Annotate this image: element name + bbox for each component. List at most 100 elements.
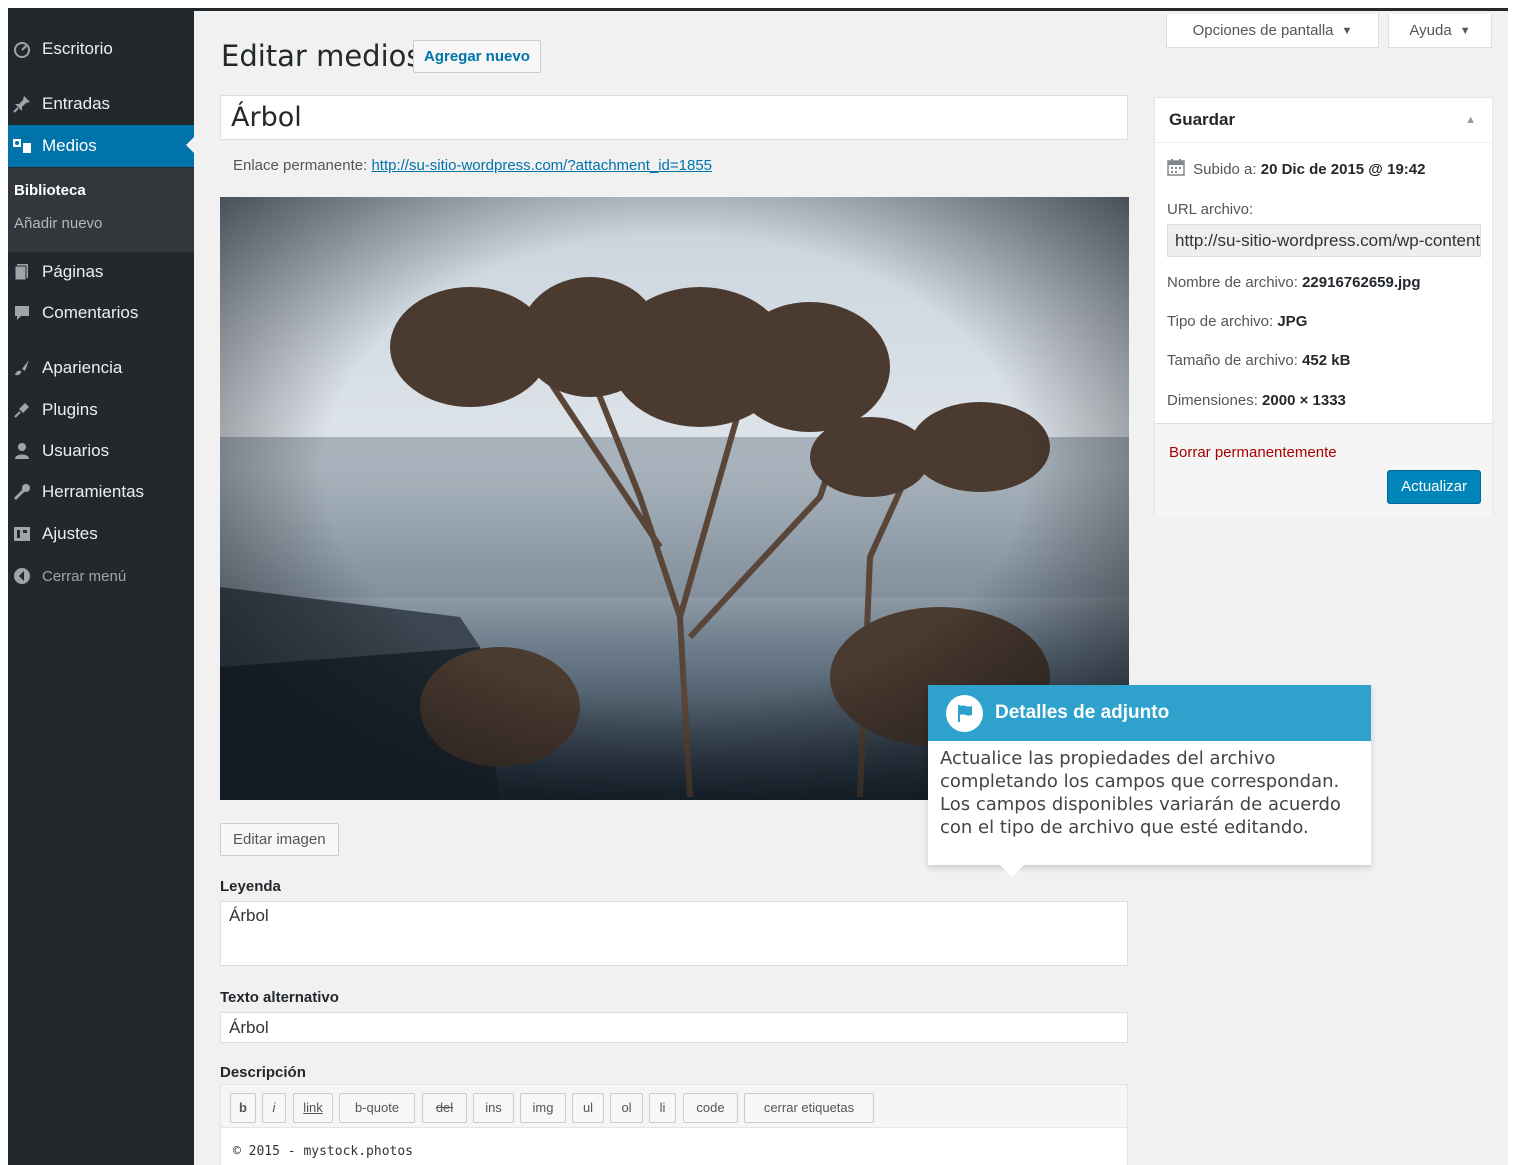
sidebar-item-label: Comentarios xyxy=(42,303,139,322)
file-type-label: Tipo de archivo: xyxy=(1167,313,1274,330)
sidebar-item-entradas[interactable]: Entradas xyxy=(8,84,194,124)
screen-options-tab[interactable]: Opciones de pantalla ▼ xyxy=(1166,14,1379,48)
sidebar-item-escritorio[interactable]: Escritorio xyxy=(8,29,194,69)
file-name: Nombre de archivo: 22916762659.jpg xyxy=(1167,274,1421,291)
settings-icon xyxy=(11,525,33,543)
add-new-button[interactable]: Agregar nuevo xyxy=(413,40,541,73)
save-metabox-title: Guardar xyxy=(1169,110,1236,129)
quicktag-italic-button[interactable]: i xyxy=(262,1093,286,1123)
dimensions-label: Dimensiones: xyxy=(1167,392,1258,409)
quicktag-ul-button[interactable]: ul xyxy=(572,1093,604,1123)
attachment-details-pointer: Detalles de adjunto Actualice las propie… xyxy=(928,685,1371,877)
file-type: Tipo de archivo: JPG xyxy=(1167,313,1307,330)
quicktag-bquote-button[interactable]: b-quote xyxy=(339,1093,415,1123)
title-input[interactable]: Árbol xyxy=(220,95,1128,140)
collapse-arrow-icon xyxy=(11,567,33,585)
collapse-arrow-icon[interactable]: ▲ xyxy=(1465,114,1476,126)
user-icon xyxy=(11,442,33,460)
calendar-icon xyxy=(1167,158,1185,180)
sidebar-item-usuarios[interactable]: Usuarios xyxy=(8,431,194,471)
screen-options-label: Opciones de pantalla xyxy=(1192,22,1334,39)
permalink: Enlace permanente: http://su-sitio-wordp… xyxy=(233,157,712,174)
permalink-link[interactable]: http://su-sitio-wordpress.com/?attachmen… xyxy=(371,157,712,174)
media-submenu: Biblioteca Añadir nuevo xyxy=(8,168,194,252)
file-name-label: Nombre de archivo: xyxy=(1167,274,1298,291)
file-name-value: 22916762659.jpg xyxy=(1302,274,1421,291)
quicktag-link-button[interactable]: link xyxy=(293,1093,333,1123)
permalink-label: Enlace permanente: xyxy=(233,157,368,174)
caret-down-icon: ▼ xyxy=(1341,24,1353,37)
sidebar-item-medios[interactable]: Medios xyxy=(8,125,194,167)
quicktag-ins-button[interactable]: ins xyxy=(473,1093,514,1123)
pin-icon xyxy=(11,95,33,113)
quicktags-toolbar: b i link b-quote del ins img ul ol li co… xyxy=(220,1084,1128,1128)
dashboard-icon xyxy=(11,40,33,58)
sidebar-item-label: Páginas xyxy=(42,262,104,281)
sidebar-item-label: Apariencia xyxy=(42,358,123,377)
sidebar-item-label: Escritorio xyxy=(42,39,113,58)
pointer-tail xyxy=(1000,865,1024,877)
collapse-menu-label: Cerrar menú xyxy=(42,567,127,585)
update-button[interactable]: Actualizar xyxy=(1387,470,1481,504)
sidebar-item-label: Medios xyxy=(42,136,97,155)
help-label: Ayuda xyxy=(1409,22,1452,39)
sidebar-item-label: Usuarios xyxy=(42,441,110,460)
uploaded-label: Subido a: xyxy=(1193,161,1257,178)
caption-textarea[interactable]: Árbol xyxy=(220,901,1128,966)
help-tab[interactable]: Ayuda ▼ xyxy=(1388,14,1492,48)
sidebar-item-paginas[interactable]: Páginas xyxy=(8,252,194,292)
file-url-input[interactable]: http://su-sitio-wordpress.com/wp-content… xyxy=(1167,224,1481,257)
brush-icon xyxy=(11,359,33,377)
file-size-label: Tamaño de archivo: xyxy=(1167,352,1298,369)
submenu-biblioteca[interactable]: Biblioteca xyxy=(14,182,86,199)
pointer-title: Detalles de adjunto xyxy=(995,702,1170,723)
admin-sidebar: Escritorio Entradas Medios Biblioteca Añ… xyxy=(8,11,194,1165)
file-size-value: 452 kB xyxy=(1302,352,1351,369)
quicktag-code-button[interactable]: code xyxy=(683,1093,738,1123)
uploaded-on: Subido a: 20 Dic de 2015 @ 19:42 xyxy=(1167,158,1425,180)
sidebar-item-ajustes[interactable]: Ajustes xyxy=(8,514,194,554)
caption-label: Leyenda xyxy=(220,878,281,895)
media-icon xyxy=(11,137,33,155)
sidebar-item-label: Plugins xyxy=(42,400,98,419)
description-textarea[interactable]: © 2015 - mystock.photos xyxy=(220,1128,1128,1165)
sidebar-item-comentarios[interactable]: Comentarios xyxy=(8,293,194,333)
wp-admin-window: Escritorio Entradas Medios Biblioteca Añ… xyxy=(8,8,1508,1165)
wrench-icon xyxy=(11,483,33,501)
file-size: Tamaño de archivo: 452 kB xyxy=(1167,352,1350,369)
alt-text-label: Texto alternativo xyxy=(220,989,339,1006)
alt-text-input[interactable]: Árbol xyxy=(220,1012,1128,1043)
file-url-label: URL archivo: xyxy=(1167,201,1254,218)
quicktag-img-button[interactable]: img xyxy=(520,1093,566,1123)
description-label: Descripción xyxy=(220,1064,306,1081)
sidebar-item-plugins[interactable]: Plugins xyxy=(8,390,194,430)
sidebar-item-label: Herramientas xyxy=(42,482,145,501)
major-publishing-actions: Borrar permanentemente Actualizar xyxy=(1155,423,1492,516)
submenu-anadir-nuevo[interactable]: Añadir nuevo xyxy=(14,215,102,232)
metabox-divider xyxy=(1155,142,1492,143)
delete-permanently-link[interactable]: Borrar permanentemente xyxy=(1169,444,1337,461)
caret-down-icon: ▼ xyxy=(1459,24,1471,37)
sidebar-item-herramientas[interactable]: Herramientas xyxy=(8,472,194,512)
dimensions-value: 2000 × 1333 xyxy=(1262,392,1346,409)
quicktag-bold-button[interactable]: b xyxy=(230,1093,256,1123)
quicktag-ol-button[interactable]: ol xyxy=(610,1093,643,1123)
pointer-body: Actualice las propiedades del archivo co… xyxy=(940,748,1341,838)
edit-image-button[interactable]: Editar imagen xyxy=(220,823,339,856)
page-icon xyxy=(11,263,33,281)
flag-icon xyxy=(946,694,983,732)
dimensions: Dimensiones: 2000 × 1333 xyxy=(1167,392,1346,409)
plugin-icon xyxy=(11,401,33,419)
comment-icon xyxy=(11,304,33,322)
uploaded-value: 20 Dic de 2015 @ 19:42 xyxy=(1260,161,1426,178)
sidebar-item-apariencia[interactable]: Apariencia xyxy=(8,348,194,388)
file-type-value: JPG xyxy=(1277,313,1308,330)
pointer-header: Detalles de adjunto xyxy=(928,685,1371,741)
collapse-menu-button[interactable]: Cerrar menú xyxy=(8,556,194,596)
quicktag-close-tags-button[interactable]: cerrar etiquetas xyxy=(744,1093,874,1123)
page-title: Editar medios xyxy=(221,39,422,73)
sidebar-item-label: Ajustes xyxy=(42,524,98,543)
quicktag-li-button[interactable]: li xyxy=(649,1093,676,1123)
save-metabox: Guardar ▲ Subido a: 20 Dic de 2015 @ 19:… xyxy=(1154,97,1493,516)
quicktag-del-button[interactable]: del xyxy=(422,1093,467,1123)
